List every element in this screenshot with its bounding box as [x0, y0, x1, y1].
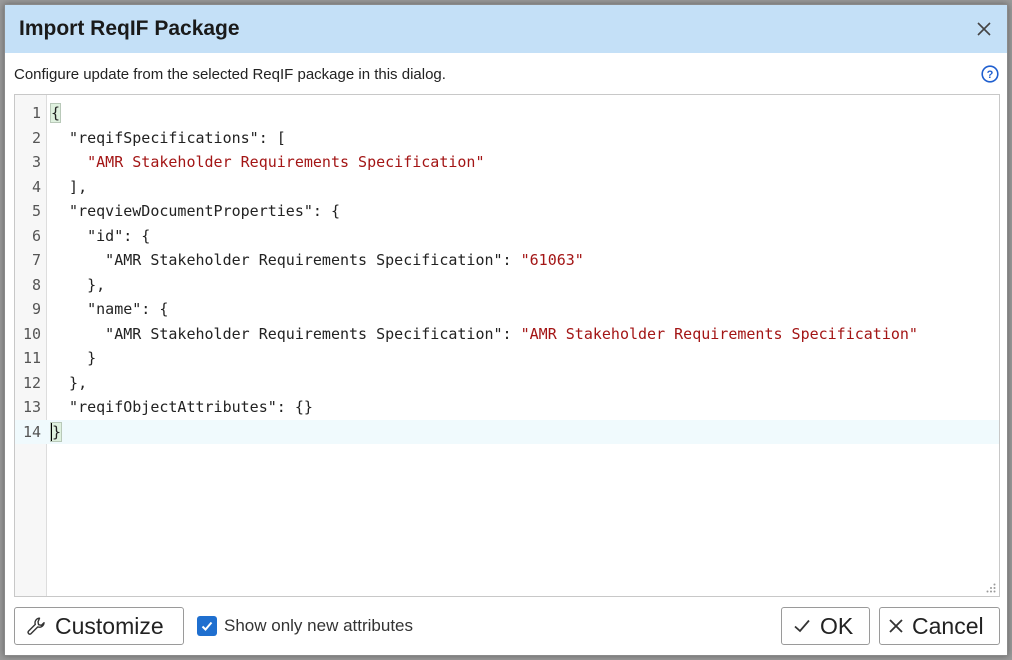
code-token: },	[51, 373, 88, 392]
line-number: 4	[31, 177, 41, 196]
code-token: }	[51, 349, 97, 367]
line-number: 5	[31, 202, 41, 220]
string-token: "AMR Stakeholder Requirements Specificat…	[520, 324, 918, 343]
line-code: "reqviewDocumentProperties": {	[51, 199, 340, 224]
dialog-title: Import ReqIF Package	[19, 17, 240, 40]
line-code: "AMR Stakeholder Requirements Specificat…	[51, 322, 918, 347]
code-token: "AMR Stakeholder Requirements Specificat…	[51, 251, 521, 269]
customize-label: Customize	[55, 612, 164, 639]
line-number: 10	[22, 324, 41, 343]
line-number: 9	[31, 300, 41, 318]
code-line[interactable]: 6 "id": {	[15, 224, 999, 249]
resize-grip-icon[interactable]	[986, 583, 996, 593]
line-code: }	[51, 346, 96, 371]
help-icon: ?	[981, 65, 999, 83]
code-token: },	[51, 275, 106, 294]
wrench-icon	[25, 615, 47, 637]
code-token: "AMR Stakeholder Requirements Specificat…	[51, 324, 521, 343]
line-code: "reqifSpecifications": [	[51, 126, 286, 151]
import-reqif-dialog: Import ReqIF Package Configure update fr…	[4, 4, 1008, 656]
code-area[interactable]: 1{2 "reqifSpecifications": [3 "AMR Stake…	[15, 101, 999, 444]
checkmark-icon	[792, 616, 812, 636]
line-code: "name": {	[51, 297, 168, 322]
svg-text:?: ?	[987, 69, 994, 81]
line-code: }	[49, 420, 63, 445]
line-number: 13	[22, 398, 41, 416]
code-token: "reqviewDocumentProperties": {	[51, 202, 340, 220]
ok-button[interactable]: OK	[781, 607, 870, 645]
code-line[interactable]: 5 "reqviewDocumentProperties": {	[15, 199, 999, 224]
code-line[interactable]: 10 "AMR Stakeholder Requirements Specifi…	[15, 322, 999, 347]
line-number: 1	[31, 104, 41, 122]
code-token: "id": {	[51, 226, 151, 245]
code-token: ],	[51, 177, 88, 196]
code-line[interactable]: 4 ],	[15, 175, 999, 200]
code-line[interactable]: 3 "AMR Stakeholder Requirements Specific…	[15, 150, 999, 175]
code-token: "reqifObjectAttributes": {}	[51, 398, 313, 416]
line-number: 8	[31, 275, 41, 294]
line-code: },	[51, 273, 105, 298]
code-line[interactable]: 13 "reqifObjectAttributes": {}	[15, 395, 999, 420]
code-line[interactable]: 11 }	[15, 346, 999, 371]
json-editor[interactable]: 1{2 "reqifSpecifications": [3 "AMR Stake…	[14, 94, 1000, 597]
code-line[interactable]: 9 "name": {	[15, 297, 999, 322]
code-line[interactable]: 7 "AMR Stakeholder Requirements Specific…	[15, 248, 999, 273]
x-icon	[888, 618, 904, 634]
dialog-titlebar: Import ReqIF Package	[5, 5, 1007, 53]
code-token: "name": {	[51, 300, 169, 318]
line-code: "id": {	[51, 224, 150, 249]
line-number: 2	[31, 128, 41, 147]
line-number: 14	[22, 422, 41, 441]
line-code: {	[49, 101, 62, 126]
cancel-button[interactable]: Cancel	[879, 607, 1000, 645]
line-code: "reqifObjectAttributes": {}	[51, 395, 313, 420]
line-number: 11	[22, 349, 41, 367]
line-number: 3	[31, 153, 41, 171]
show-new-attributes-toggle[interactable]: Show only new attributes	[197, 616, 413, 636]
ok-label: OK	[820, 612, 854, 639]
help-button[interactable]: ?	[981, 65, 999, 83]
code-line[interactable]: 1{	[15, 101, 999, 126]
checkmark-icon	[201, 621, 213, 631]
code-line[interactable]: 12 },	[15, 371, 999, 396]
customize-button[interactable]: Customize	[14, 607, 184, 645]
line-number: 7	[31, 251, 41, 269]
line-code: "AMR Stakeholder Requirements Specificat…	[51, 150, 484, 175]
code-line[interactable]: 14}	[15, 419, 999, 445]
line-code: ],	[51, 175, 87, 200]
code-line[interactable]: 2 "reqifSpecifications": [	[15, 126, 999, 151]
show-new-attributes-label: Show only new attributes	[224, 616, 413, 635]
line-code: },	[51, 371, 87, 396]
matching-brace: }	[49, 421, 63, 442]
show-new-attributes-checkbox[interactable]	[197, 616, 217, 636]
close-icon	[977, 22, 991, 36]
line-number: 12	[22, 373, 41, 392]
dialog-description: Configure update from the selected ReqIF…	[14, 66, 446, 83]
matching-brace: {	[49, 103, 62, 123]
code-token: "reqifSpecifications": [	[51, 128, 286, 147]
line-number: 6	[31, 226, 41, 245]
code-line[interactable]: 8 },	[15, 273, 999, 298]
string-token: "61063"	[520, 251, 584, 269]
cancel-label: Cancel	[912, 612, 984, 639]
close-button[interactable]	[969, 14, 999, 44]
line-code: "AMR Stakeholder Requirements Specificat…	[51, 248, 584, 273]
string-token: "AMR Stakeholder Requirements Specificat…	[87, 153, 485, 171]
